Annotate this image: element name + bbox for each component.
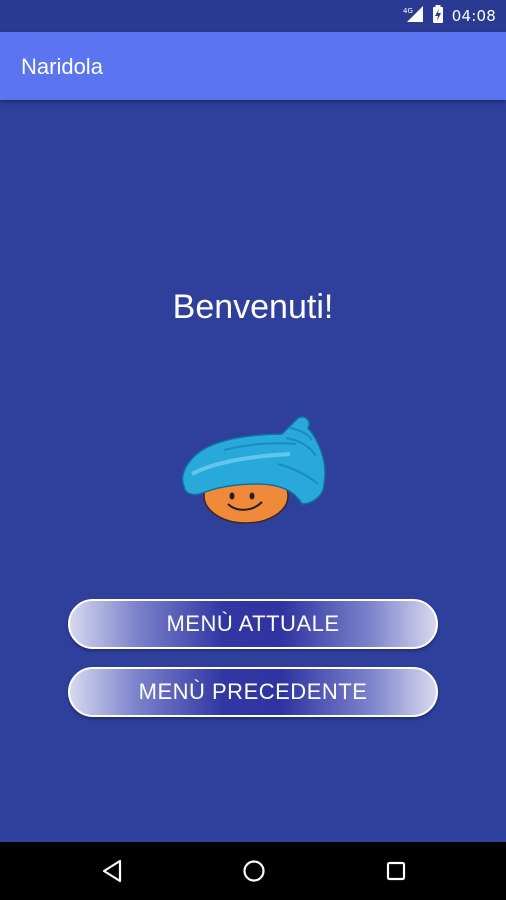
home-icon: [243, 860, 265, 882]
status-bar: 4G 04:08: [0, 0, 506, 32]
home-button[interactable]: [224, 842, 284, 900]
back-icon: [102, 859, 122, 883]
battery-charging-icon: [432, 4, 444, 28]
app-bar: Naridola: [0, 32, 506, 100]
network-type-label: 4G: [403, 7, 413, 15]
status-time: 04:08: [451, 7, 496, 25]
app-title: Naridola: [21, 54, 103, 79]
current-menu-button[interactable]: MENÙ ATTUALE: [68, 599, 438, 649]
recents-button[interactable]: [366, 842, 426, 900]
recents-icon: [386, 861, 406, 881]
network-signal-icon: 4G: [402, 5, 424, 28]
status-icons: 4G 04:08: [402, 0, 496, 32]
mascot-image: [178, 412, 330, 524]
previous-menu-button[interactable]: MENÙ PRECEDENTE: [68, 667, 438, 717]
back-button[interactable]: [82, 842, 142, 900]
system-nav-bar: [0, 842, 506, 900]
smiling-shell-hat-mascot-icon: [181, 416, 326, 524]
welcome-heading: Benvenuti!: [172, 288, 334, 326]
